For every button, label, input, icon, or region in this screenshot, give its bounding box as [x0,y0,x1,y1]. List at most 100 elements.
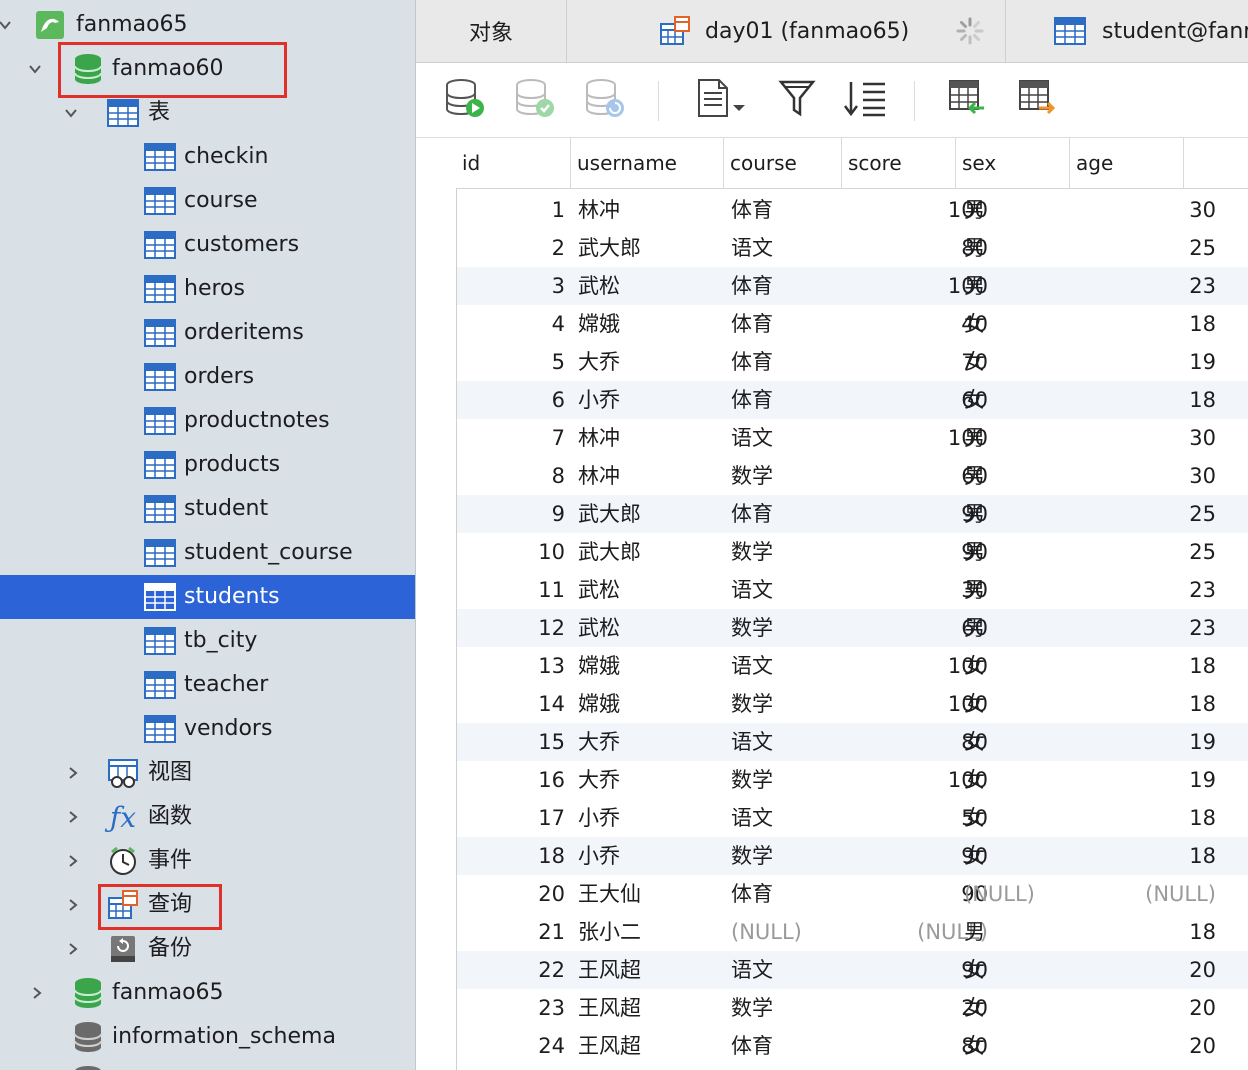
tree-db-partial[interactable] [0,1059,415,1070]
table-row[interactable]: 2 武大郎 语文 80 男 25 [457,229,1248,267]
table-row[interactable]: 10 武大郎 数学 90 男 25 [457,533,1248,571]
cell-course[interactable]: 语文 [731,419,841,457]
cell-id[interactable]: 21 [457,913,565,951]
cell-course[interactable]: 数学 [731,609,841,647]
cell-course[interactable]: 体育 [731,875,841,913]
sidebar-item-table[interactable]: course [0,179,415,223]
cell-sex[interactable]: 女 [964,647,1074,685]
cell-id[interactable]: 1 [457,191,565,229]
tree-db-information-schema[interactable]: information_schema [0,1015,415,1059]
sidebar-item-table[interactable]: checkin [0,135,415,179]
text-view-button[interactable] [692,77,750,123]
cell-sex[interactable]: 男 [964,457,1074,495]
cell-course[interactable]: 语文 [731,723,841,761]
cell-course[interactable]: 数学 [731,989,841,1027]
cell-sex[interactable]: 男 [964,191,1074,229]
table-row[interactable]: 14 嫦娥 数学 100 女 18 [457,685,1248,723]
cell-age[interactable]: 19 [1070,761,1216,799]
cell-username[interactable]: 王大仙 [578,875,718,913]
sort-button[interactable] [842,77,888,123]
import-button[interactable] [944,77,990,123]
cell-course[interactable]: 数学 [731,837,841,875]
export-button[interactable] [1014,77,1060,123]
cell-course[interactable]: 数学 [731,533,841,571]
sidebar-item-table[interactable]: student [0,487,415,531]
sidebar-item-table[interactable]: students [0,575,415,619]
cell-id[interactable]: 14 [457,685,565,723]
cell-course[interactable]: 体育 [731,191,841,229]
cell-id[interactable]: 10 [457,533,565,571]
sidebar-item-table[interactable]: products [0,443,415,487]
cell-id[interactable]: 5 [457,343,565,381]
table-row[interactable]: 12 武松 数学 60 男 23 [457,609,1248,647]
table-row[interactable]: 3 武松 体育 100 男 23 [457,267,1248,305]
cell-sex[interactable]: (NULL) [964,875,1074,913]
cell-id[interactable]: 17 [457,799,565,837]
cell-sex[interactable]: 男 [964,495,1074,533]
cell-username[interactable]: 大乔 [578,723,718,761]
cell-course[interactable]: 体育 [731,495,841,533]
sidebar-item-table[interactable]: customers [0,223,415,267]
cell-sex[interactable]: 女 [964,305,1074,343]
table-row[interactable]: 13 嫦娥 语文 100 女 18 [457,647,1248,685]
tree-group-queries[interactable]: 查询 [0,883,415,927]
cell-username[interactable]: 武大郎 [578,533,718,571]
cell-course[interactable]: (NULL) [731,913,841,951]
table-row[interactable]: 4 嫦娥 体育 40 女 18 [457,305,1248,343]
cell-course[interactable]: 体育 [731,1027,841,1065]
run-query-button[interactable] [442,77,488,123]
table-row[interactable]: 17 小乔 语文 50 女 18 [457,799,1248,837]
cell-age[interactable]: 30 [1070,191,1216,229]
column-header-sex[interactable]: sex [956,138,1070,188]
sidebar-item-table[interactable]: orders [0,355,415,399]
cell-id[interactable]: 16 [457,761,565,799]
sidebar-item-table[interactable]: productnotes [0,399,415,443]
column-header-age[interactable]: age [1070,138,1184,188]
cell-sex[interactable]: 女 [964,381,1074,419]
cell-sex[interactable]: 男 [964,419,1074,457]
cell-age[interactable]: (NULL) [1070,875,1216,913]
cell-sex[interactable]: 男 [964,913,1074,951]
cell-course[interactable]: 体育 [731,381,841,419]
sidebar-item-table[interactable]: teacher [0,663,415,707]
cell-sex[interactable]: 男 [964,609,1074,647]
refresh-button[interactable] [582,77,628,123]
sidebar-item-table[interactable]: vendors [0,707,415,751]
table-row[interactable]: 9 武大郎 体育 90 男 25 [457,495,1248,533]
cell-age[interactable]: 25 [1070,533,1216,571]
cell-sex[interactable]: 女 [964,989,1074,1027]
table-row[interactable]: 1 林冲 体育 100 男 30 [457,191,1248,229]
cell-age[interactable]: 19 [1070,343,1216,381]
chevron-right-icon[interactable] [62,927,84,971]
cell-id[interactable]: 6 [457,381,565,419]
chevron-down-icon[interactable] [0,3,16,47]
cell-sex[interactable]: 男 [964,229,1074,267]
cell-course[interactable]: 语文 [731,951,841,989]
cell-id[interactable]: 24 [457,1027,565,1065]
cell-username[interactable]: 小乔 [578,381,718,419]
filter-button[interactable] [774,77,820,123]
cell-sex[interactable]: 女 [964,761,1074,799]
cell-age[interactable]: 23 [1070,571,1216,609]
cell-course[interactable]: 数学 [731,457,841,495]
table-row[interactable]: 22 王风超 语文 90 女 20 [457,951,1248,989]
tab-table-student[interactable]: student@fanr [1006,0,1248,62]
cell-sex[interactable]: 女 [964,723,1074,761]
cell-age[interactable]: 19 [1070,723,1216,761]
cell-id[interactable]: 12 [457,609,565,647]
cell-username[interactable]: 小乔 [578,837,718,875]
tree-db-fanmao65[interactable]: fanmao65 [0,971,415,1015]
cell-username[interactable]: 林冲 [578,457,718,495]
cell-username[interactable]: 王风超 [578,989,718,1027]
cell-sex[interactable]: 女 [964,1027,1074,1065]
cell-id[interactable]: 15 [457,723,565,761]
cell-id[interactable]: 7 [457,419,565,457]
cell-age[interactable]: 18 [1070,913,1216,951]
cell-username[interactable]: 武松 [578,571,718,609]
chevron-right-icon[interactable] [62,795,84,839]
cell-username[interactable]: 大乔 [578,343,718,381]
cell-username[interactable]: 武松 [578,609,718,647]
cell-id[interactable]: 18 [457,837,565,875]
apply-changes-button[interactable] [512,77,558,123]
cell-age[interactable]: 18 [1070,305,1216,343]
